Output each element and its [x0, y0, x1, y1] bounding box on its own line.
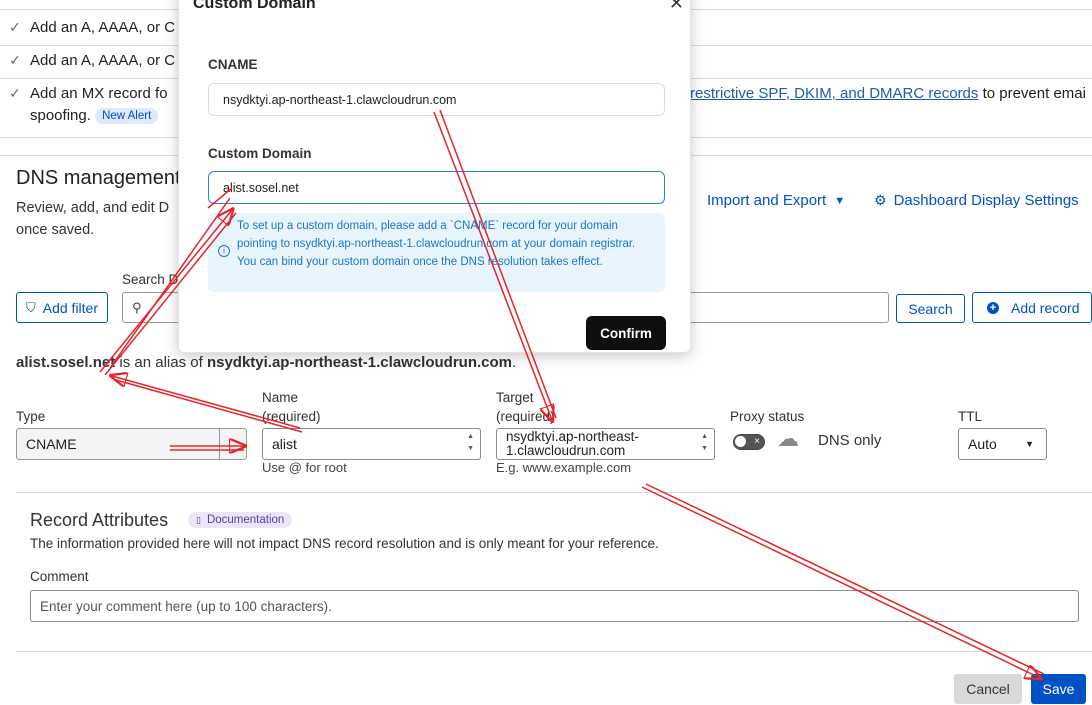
page-title: DNS management — [16, 167, 181, 189]
import-export-menu[interactable]: Import and Export ▼ — [707, 192, 845, 209]
search-button[interactable]: Search — [896, 294, 965, 323]
proxy-toggle[interactable]: × — [733, 434, 765, 450]
save-button[interactable]: Save — [1031, 674, 1086, 704]
gear-icon: ⚙ — [874, 192, 887, 208]
target-value-line2: 1.clawcloudrun.com — [506, 443, 626, 458]
target-required: (required) — [496, 409, 555, 424]
proxy-status-value: DNS only — [818, 432, 882, 449]
info-text: To set up a custom domain, please add a … — [237, 220, 636, 268]
annotation-arrow — [641, 486, 1040, 678]
check-icon: ✓ — [9, 52, 21, 68]
book-icon: ▯ — [196, 514, 201, 525]
new-alert-badge: New Alert — [95, 108, 159, 125]
add-filter-button[interactable]: ⛉ Add filter — [16, 292, 108, 323]
plus-circle-icon: + — [987, 301, 999, 314]
alias-domain: alist.sosel.net — [16, 354, 116, 371]
ttl-value: Auto — [968, 436, 997, 452]
type-value: CNAME — [26, 436, 77, 452]
cname-field[interactable]: nsydktyi.ap-northeast-1.clawcloudrun.com — [208, 83, 665, 116]
check-icon: ✓ — [9, 85, 21, 101]
target-label: Target — [496, 390, 534, 405]
cloud-icon: ☁ — [777, 426, 799, 451]
caret-down-icon: ▼ — [834, 194, 846, 207]
alias-end: . — [512, 354, 517, 371]
annotation-arrow-line — [645, 483, 1045, 675]
alias-target: nsydktyi.ap-northeast-1.clawcloudrun.com — [206, 354, 512, 371]
alert-text: to prevent emai — [978, 85, 1086, 102]
info-icon: i — [218, 245, 230, 257]
name-label: Name — [262, 390, 299, 405]
confirm-button[interactable]: Confirm — [586, 316, 666, 350]
ttl-label: TTL — [958, 409, 983, 424]
target-value-line1: nsydktyi.ap-northeast- — [506, 429, 639, 444]
comment-placeholder: Enter your comment here (up to 100 chara… — [40, 598, 332, 614]
add-record-label: Add record — [1011, 299, 1080, 316]
comment-input[interactable]: Enter your comment here (up to 100 chara… — [30, 590, 1079, 622]
custom-domain-modal: Custom Domain ✕ CNAME nsydktyi.ap-northe… — [178, 0, 691, 353]
dashboard-settings-button[interactable]: ⚙ Dashboard Display Settings — [874, 192, 1079, 209]
dashboard-settings-label: Dashboard Display Settings — [893, 192, 1079, 209]
add-record-button[interactable]: + Add record — [972, 292, 1092, 323]
filter-icon: ⛉ — [25, 299, 36, 315]
cname-value: nsydktyi.ap-northeast-1.clawcloudrun.com — [223, 92, 457, 107]
dns-description: Review, add, and edit D — [16, 200, 170, 216]
name-input[interactable]: alist ▲ ▼ — [262, 428, 481, 460]
dns-description: once saved. — [16, 222, 95, 238]
target-input[interactable]: nsydktyi.ap-northeast- 1.clawcloudrun.co… — [496, 428, 715, 460]
target-spinner[interactable]: ▲ ▼ — [701, 433, 708, 452]
name-spinner[interactable]: ▲ ▼ — [467, 433, 474, 452]
documentation-badge[interactable]: ▯ Documentation — [188, 512, 293, 528]
alert-text: spoofing. — [30, 107, 91, 124]
alert-text: Add an A, AAAA, or C — [30, 52, 176, 69]
target-hint: E.g. www.example.com — [496, 460, 632, 475]
name-value: alist — [272, 436, 297, 452]
info-box: i To set up a custom domain, please add … — [208, 213, 665, 292]
modal-title: Custom Domain — [193, 0, 316, 12]
alias-notice: alist.sosel.net is an alias of nsydktyi.… — [16, 354, 516, 371]
name-hint: Use @ for root — [262, 460, 347, 475]
search-button-label: Search — [908, 300, 953, 317]
proxy-status-label: Proxy status — [730, 409, 805, 424]
attributes-title: Record Attributes — [30, 510, 169, 530]
ttl-select[interactable]: Auto ▼ — [958, 428, 1047, 460]
custom-domain-input[interactable]: alist.sosel.net — [208, 171, 665, 204]
search-label: Search D — [122, 272, 179, 287]
search-icon: ⚲ — [132, 299, 142, 315]
attributes-description: The information provided here will not i… — [30, 536, 659, 551]
check-icon: ✓ — [9, 19, 21, 35]
add-filter-label: Add filter — [42, 299, 98, 316]
comment-label: Comment — [30, 569, 89, 584]
cname-label: CNAME — [208, 57, 258, 72]
alert-text: Add an MX record fo — [30, 85, 168, 102]
type-select[interactable]: CNAME — [16, 428, 247, 460]
custom-domain-value: alist.sosel.net — [223, 180, 299, 195]
name-required: (required) — [262, 409, 321, 424]
spf-dkim-dmarc-link[interactable]: restrictive SPF, DKIM, and DMARC records — [690, 85, 978, 102]
import-export-label: Import and Export — [707, 192, 827, 209]
custom-domain-label: Custom Domain — [208, 146, 312, 161]
close-icon[interactable]: ✕ — [669, 0, 684, 14]
type-label: Type — [16, 409, 46, 424]
cancel-button[interactable]: Cancel — [954, 674, 1022, 704]
alias-middle: is an alias of — [115, 354, 207, 371]
alert-text: Add an A, AAAA, or C — [30, 19, 176, 36]
caret-down-icon: ▼ — [1025, 439, 1034, 449]
documentation-label: Documentation — [206, 514, 285, 526]
